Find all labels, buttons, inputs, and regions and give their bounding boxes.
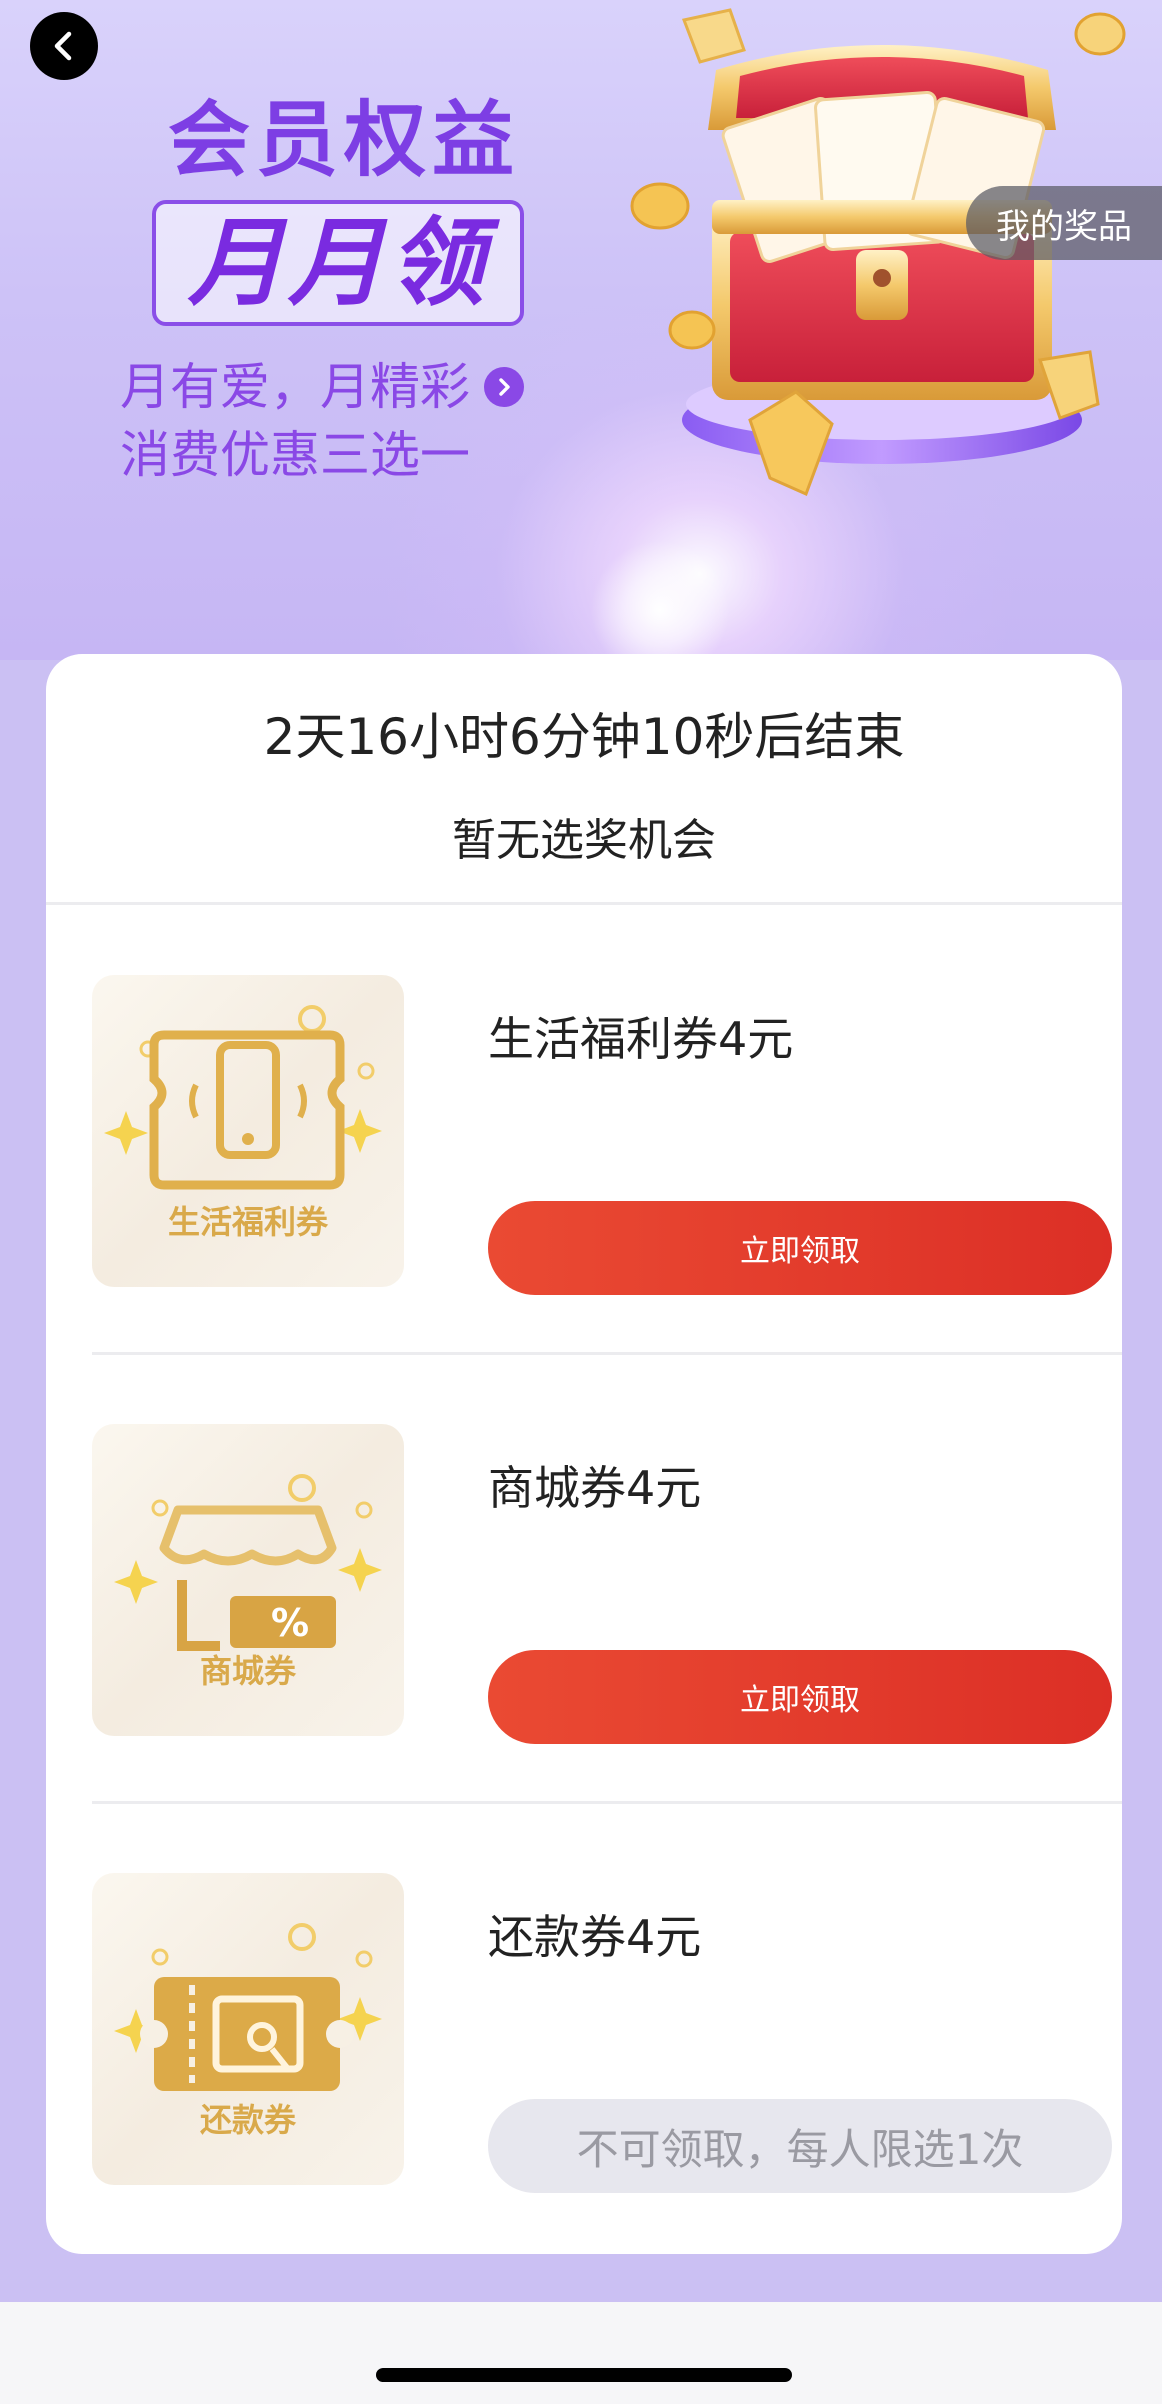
countdown-text: 2天16小时6分钟10秒后结束 [263, 708, 905, 766]
bottom-safe-area [0, 2302, 1162, 2404]
back-button[interactable] [30, 12, 98, 80]
coupon-title: 生活福利券4元 [488, 1012, 794, 1066]
chevron-right-icon [484, 367, 524, 407]
coupon-item: 生活福利券 生活福利券4元 立即领取 [92, 905, 1122, 1355]
coupon-thumbnail: 生活福利券 [92, 975, 404, 1287]
countdown-timer: 2天16小时6分钟10秒后结束 [263, 708, 905, 769]
page: 会员权益 月月领 月有爱，月精彩 消费优惠三选一 我的奖品 2天16小时6分钟1… [0, 0, 1162, 2404]
countdown-wrap: 2天16小时6分钟10秒后结束 [46, 708, 1122, 769]
hero-banner: 会员权益 月月领 月有爱，月精彩 消费优惠三选一 我的奖品 [0, 0, 1162, 660]
claim-button[interactable]: 立即领取 [488, 1650, 1112, 1744]
hero-subtitle-link[interactable]: 月有爱，月精彩 [120, 362, 524, 412]
coupon-thumbnail: % 商城券 [92, 1424, 404, 1736]
coupon-item: 还款券 还款券4元 不可领取，每人限选1次 [92, 1803, 1122, 2223]
claim-button-disabled: 不可领取，每人限选1次 [488, 2099, 1112, 2193]
treasure-chest-illustration [630, 8, 1126, 497]
coupon-title: 还款券4元 [488, 1910, 702, 1964]
coupon-title: 商城券4元 [488, 1461, 702, 1515]
hero-subtitle-line1: 月有爱，月精彩 [120, 358, 470, 416]
hero-title: 会员权益 [168, 93, 521, 188]
back-arrow-icon [54, 31, 72, 61]
hero-subtitle-line2: 消费优惠三选一 [120, 426, 470, 484]
hero-title-badge: 月月领 [152, 200, 524, 326]
coupon-thumbnail-label: 还款券 [199, 2101, 296, 2139]
coupon-item: % 商城券 商城券4元 立即领取 [92, 1354, 1122, 1804]
coupon-thumbnail: 还款券 [92, 1873, 404, 2185]
coupon-thumbnail-label: 商城券 [199, 1652, 296, 1690]
coupon-thumbnail-label: 生活福利券 [167, 1203, 328, 1241]
hero-badge-text: 月月领 [188, 207, 488, 319]
my-prizes-button[interactable]: 我的奖品 [966, 186, 1162, 260]
svg-text:%: % [271, 1601, 309, 1645]
claim-button[interactable]: 立即领取 [488, 1201, 1112, 1295]
chance-status: 暂无选奖机会 [452, 815, 716, 866]
benefits-card: 2天16小时6分钟10秒后结束 暂无选奖机会 生活福利券 生活福利券4元 立即领… [46, 654, 1122, 2254]
home-indicator[interactable] [376, 2368, 792, 2382]
